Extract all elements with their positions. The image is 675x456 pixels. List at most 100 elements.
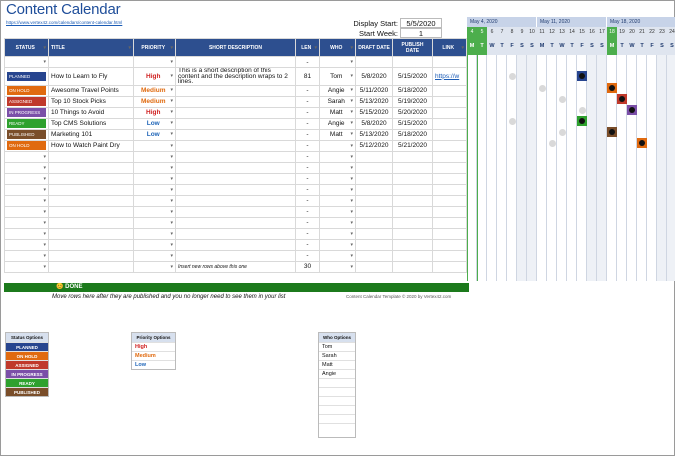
who-option-empty[interactable] <box>319 396 355 405</box>
cell[interactable]: ▾ <box>319 238 356 251</box>
col-len[interactable]: LEN ▾ <box>295 38 320 57</box>
who-cell[interactable]: Tom ▾ <box>319 67 356 86</box>
cell[interactable] <box>48 249 134 262</box>
table-row[interactable]: PLANNED How to Learn to Fly High ▾ This is a… <box>4 67 467 86</box>
priority-cell[interactable]: Low ▾ <box>133 128 176 141</box>
chevron-down-icon[interactable]: ▾ <box>350 109 353 115</box>
description-cell[interactable] <box>175 117 296 130</box>
cell[interactable]: ▾ <box>319 194 356 207</box>
chevron-down-icon[interactable]: ▾ <box>170 131 173 137</box>
title-cell[interactable]: Awesome Travel Points <box>48 84 134 97</box>
cell[interactable]: ▾ <box>4 260 49 273</box>
cell[interactable] <box>432 227 467 240</box>
table-row[interactable]: ▾ ▾ - ▾ <box>4 194 467 207</box>
cell[interactable] <box>355 260 393 273</box>
cell[interactable]: ▾ <box>4 205 49 218</box>
status-badge[interactable]: PUBLISHED <box>7 130 46 139</box>
cell[interactable] <box>48 260 134 273</box>
cell[interactable]: ▾ <box>319 216 356 229</box>
chevron-down-icon[interactable]: ▾ <box>350 176 353 182</box>
status-cell[interactable]: ASSIGNED <box>4 95 49 108</box>
chevron-down-icon[interactable]: ▾ <box>350 242 353 248</box>
chevron-down-icon[interactable]: ▾ <box>170 143 173 149</box>
cell[interactable] <box>175 56 296 68</box>
cell[interactable] <box>48 205 134 218</box>
template-link[interactable]: https://www.vertex42.com/calendars/conte… <box>6 20 122 25</box>
cell[interactable] <box>392 249 433 262</box>
cell[interactable] <box>48 194 134 207</box>
table-row[interactable]: ▾ ▾ - ▾ <box>4 227 467 240</box>
link-cell[interactable] <box>432 95 467 108</box>
cell[interactable]: ▾ <box>133 249 176 262</box>
title-cell[interactable]: How to Watch Paint Dry <box>48 139 134 152</box>
cell[interactable]: - <box>295 216 320 229</box>
cell[interactable] <box>355 56 393 68</box>
chevron-down-icon[interactable]: ▾ <box>350 87 353 93</box>
chevron-down-icon[interactable]: ▾ <box>43 242 46 248</box>
chevron-down-icon[interactable]: ▾ <box>170 73 173 79</box>
description-cell[interactable] <box>175 106 296 119</box>
chevron-down-icon[interactable]: ▾ <box>43 59 46 65</box>
who-option-empty[interactable] <box>319 414 355 423</box>
table-row[interactable]: ▾ ▾ - ▾ <box>4 249 467 262</box>
chevron-down-icon[interactable]: ▾ <box>170 231 173 237</box>
chevron-down-icon[interactable]: ▾ <box>170 87 173 93</box>
cell[interactable]: - <box>295 205 320 218</box>
publish-date-cell[interactable]: 5/15/2020 <box>392 67 433 86</box>
who-cell[interactable]: Matt ▾ <box>319 106 356 119</box>
who-option-empty[interactable] <box>319 423 355 432</box>
publish-date-cell[interactable]: 5/21/2020 <box>392 139 433 152</box>
cell[interactable]: Insert new rows above this one <box>175 260 296 273</box>
cell[interactable]: ▾ <box>4 216 49 229</box>
status-cell[interactable]: ON HOLD <box>4 139 49 152</box>
cell[interactable] <box>48 150 134 163</box>
status-cell[interactable]: PLANNED <box>4 67 49 86</box>
description-cell[interactable] <box>175 128 296 141</box>
link-cell[interactable] <box>432 139 467 152</box>
chevron-down-icon[interactable]: ▾ <box>350 154 353 160</box>
cell[interactable] <box>432 172 467 185</box>
cell[interactable] <box>392 205 433 218</box>
description-cell[interactable] <box>175 84 296 97</box>
status-option[interactable]: PUBLISHED <box>6 387 48 396</box>
cell[interactable] <box>355 227 393 240</box>
chevron-down-icon[interactable]: ▾ <box>350 187 353 193</box>
cell[interactable]: ▾ <box>319 260 356 273</box>
chevron-down-icon[interactable]: ▾ <box>43 154 46 160</box>
cell[interactable]: - <box>295 238 320 251</box>
title-cell[interactable]: 10 Things to Avoid <box>48 106 134 119</box>
title-cell[interactable]: Top 10 Stock Picks <box>48 95 134 108</box>
publish-date-cell[interactable]: 5/15/2020 <box>392 117 433 130</box>
cell[interactable] <box>432 194 467 207</box>
table-row[interactable]: PUBLISHED Marketing 101 Low ▾ - Matt ▾ 5/13/202… <box>4 128 467 141</box>
cell[interactable] <box>48 161 134 174</box>
cell[interactable]: ▾ <box>4 249 49 262</box>
cell[interactable]: - <box>295 227 320 240</box>
table-row[interactable]: ON HOLD How to Watch Paint Dry ▾ - ▾ 5/12/202… <box>4 139 467 152</box>
cell[interactable]: ▾ <box>133 238 176 251</box>
cell[interactable] <box>392 56 433 68</box>
chevron-down-icon[interactable]: ▾ <box>43 253 46 259</box>
cell[interactable] <box>48 216 134 229</box>
cell[interactable] <box>48 238 134 251</box>
table-row[interactable]: IN PROGRESS 10 Things to Avoid High ▾ - Matt ▾… <box>4 106 467 119</box>
chevron-down-icon[interactable]: ▾ <box>170 176 173 182</box>
cell[interactable] <box>432 238 467 251</box>
priority-cell[interactable]: Low ▾ <box>133 117 176 130</box>
chevron-down-icon[interactable]: ▾ <box>170 242 173 248</box>
cell[interactable] <box>355 216 393 229</box>
table-row[interactable]: ▾ ▾ - ▾ <box>4 216 467 229</box>
cell[interactable] <box>355 238 393 251</box>
chevron-down-icon[interactable]: ▾ <box>350 253 353 259</box>
start-week-input[interactable]: 1 <box>400 28 442 38</box>
cell[interactable]: ▾ <box>133 260 176 273</box>
chevron-down-icon[interactable]: ▾ <box>350 198 353 204</box>
cell[interactable]: - <box>295 150 320 163</box>
cell[interactable]: ▾ <box>133 205 176 218</box>
cell[interactable] <box>175 216 296 229</box>
cell[interactable] <box>355 161 393 174</box>
description-cell[interactable]: This is a short description of this cont… <box>175 67 296 86</box>
chevron-down-icon[interactable]: ▾ <box>350 98 353 104</box>
cell[interactable] <box>355 183 393 196</box>
cell[interactable] <box>355 150 393 163</box>
